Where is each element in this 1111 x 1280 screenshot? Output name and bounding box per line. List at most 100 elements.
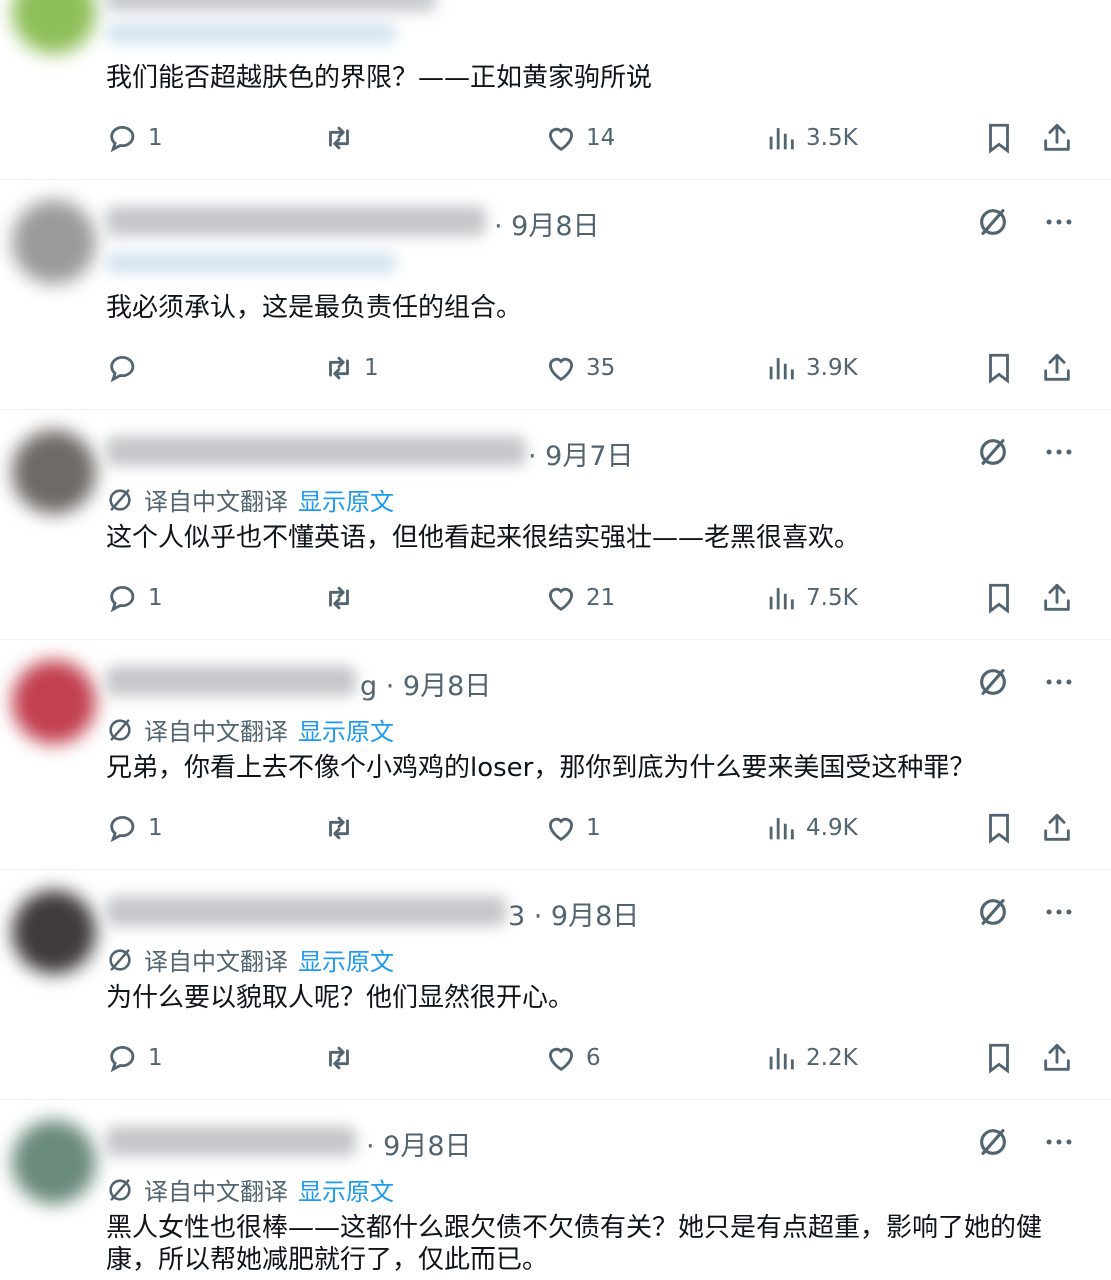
reply-button[interactable]: 1 [106, 118, 163, 158]
like-button[interactable]: 1 [544, 808, 601, 848]
more-button[interactable] [1041, 204, 1077, 240]
views-button[interactable]: 4.9K [764, 808, 858, 848]
reply-button[interactable] [106, 348, 148, 388]
heart-icon [548, 587, 574, 611]
slash-circle-icon [980, 669, 1006, 695]
reply-button[interactable]: 1 [106, 808, 163, 848]
share-button[interactable] [1040, 348, 1074, 388]
share-button[interactable] [1040, 808, 1074, 848]
grok-translate-button[interactable] [975, 1124, 1011, 1160]
share-button[interactable] [1040, 1038, 1074, 1078]
slash-circle-icon [980, 1129, 1006, 1155]
more-dots-icon [1046, 449, 1072, 455]
like-button[interactable]: 35 [544, 348, 615, 388]
blurred-username [106, 666, 356, 696]
show-original-link[interactable]: 显示原文 [298, 1172, 394, 1207]
translate-icon [109, 1178, 131, 1201]
reply-button[interactable]: 1 [106, 1038, 163, 1078]
views-count: 3.5K [806, 125, 858, 151]
top-actions [975, 204, 1077, 240]
show-original-link[interactable]: 显示原文 [298, 712, 394, 747]
reply-card[interactable]: 我们能否超越肤色的界限？——正如黄家驹所说 1 14 3.5K [0, 0, 1111, 180]
bookmark-button[interactable] [982, 348, 1016, 388]
more-button[interactable] [1041, 434, 1077, 470]
grok-translate-button[interactable] [975, 894, 1011, 930]
more-button[interactable] [1041, 894, 1077, 930]
timestamp: · 9月8日 [366, 1131, 472, 1162]
retweet-count: 1 [364, 355, 379, 381]
reply-count: 1 [148, 125, 163, 151]
grok-translate-button[interactable] [975, 664, 1011, 700]
views-count: 4.9K [806, 815, 858, 841]
translate-icon [109, 718, 131, 741]
avatar[interactable] [12, 890, 96, 974]
reply-text: 这个人似乎也不懂英语，但他看起来很结实强壮——老黑很喜欢。 [106, 523, 861, 553]
avatar[interactable] [12, 660, 96, 744]
show-original-link[interactable]: 显示原文 [298, 482, 394, 517]
reply-card[interactable]: · 9月8日 译自中文翻译 显示原文 黑人女性也很棒——这都什么跟欠债不欠债有关… [0, 1100, 1111, 1280]
avatar[interactable] [12, 0, 96, 54]
bookmark-button[interactable] [982, 118, 1016, 158]
grok-translate-button[interactable] [975, 204, 1011, 240]
translation-notice: 译自中文翻译 显示原文 [106, 482, 394, 517]
blurred-username [106, 436, 526, 466]
like-button[interactable]: 21 [544, 578, 615, 618]
bookmark-icon [989, 813, 1009, 844]
more-button[interactable] [1041, 1124, 1077, 1160]
reply-card[interactable]: g · 9月8日 译自中文翻译 显示原文 兄弟，你看上去不像个小鸡鸡的loser… [0, 640, 1111, 870]
slash-circle-icon [980, 439, 1006, 465]
views-count: 3.9K [806, 355, 858, 381]
retweet-icon [329, 1046, 349, 1070]
more-dots-icon [1046, 909, 1072, 915]
translate-icon [109, 948, 131, 971]
reply-icon [110, 126, 135, 153]
retweet-button[interactable] [322, 118, 364, 158]
views-icon [769, 818, 794, 840]
more-button[interactable] [1041, 664, 1077, 700]
avatar[interactable] [12, 430, 96, 514]
like-count: 1 [586, 815, 601, 841]
action-bar: 1 1 4.9K [106, 808, 1076, 848]
avatar[interactable] [12, 200, 96, 284]
retweet-icon [329, 356, 349, 380]
reply-card[interactable]: 3 · 9月8日 译自中文翻译 显示原文 为什么要以貌取人呢？他们显然很开心。 … [0, 870, 1111, 1100]
show-original-link[interactable]: 显示原文 [298, 942, 394, 977]
like-button[interactable]: 14 [544, 118, 615, 158]
reply-text: 我必须承认，这是最负责任的组合。 [106, 293, 523, 323]
top-actions [975, 1124, 1077, 1160]
bookmark-button[interactable] [982, 578, 1016, 618]
retweet-button[interactable]: 1 [322, 348, 379, 388]
like-button[interactable]: 6 [544, 1038, 601, 1078]
reply-card[interactable]: · 9月7日 译自中文翻译 显示原文 这个人似乎也不懂英语，但他看起来很结实强壮… [0, 410, 1111, 640]
bookmark-button[interactable] [982, 808, 1016, 848]
share-icon [1044, 123, 1070, 151]
views-button[interactable]: 7.5K [764, 578, 858, 618]
share-button[interactable] [1040, 578, 1074, 618]
timestamp: g · 9月8日 [360, 671, 492, 702]
bookmark-button[interactable] [982, 1038, 1016, 1078]
heart-icon [548, 357, 574, 381]
views-button[interactable]: 3.5K [764, 118, 858, 158]
slash-circle-icon [980, 899, 1006, 925]
top-actions [975, 664, 1077, 700]
blurred-username [106, 206, 486, 236]
share-button[interactable] [1040, 118, 1074, 158]
reply-button[interactable]: 1 [106, 578, 163, 618]
views-icon [769, 588, 794, 610]
share-icon [1044, 583, 1070, 611]
timestamp: 3 · 9月8日 [508, 901, 640, 932]
views-button[interactable]: 3.9K [764, 348, 858, 388]
retweet-button[interactable] [322, 1038, 364, 1078]
reply-count: 1 [148, 815, 163, 841]
retweet-button[interactable] [322, 808, 364, 848]
avatar[interactable] [12, 1120, 96, 1204]
translation-notice: 译自中文翻译 显示原文 [106, 1172, 394, 1207]
retweet-button[interactable] [322, 578, 364, 618]
views-count: 7.5K [806, 585, 858, 611]
reply-card[interactable]: · 9月8日 我必须承认，这是最负责任的组合。 1 35 3.9K [0, 180, 1111, 410]
grok-translate-button[interactable] [975, 434, 1011, 470]
reply-icon [110, 816, 135, 843]
action-bar: 1 6 2.2K [106, 1038, 1076, 1078]
views-button[interactable]: 2.2K [764, 1038, 858, 1078]
retweet-icon [329, 586, 349, 610]
